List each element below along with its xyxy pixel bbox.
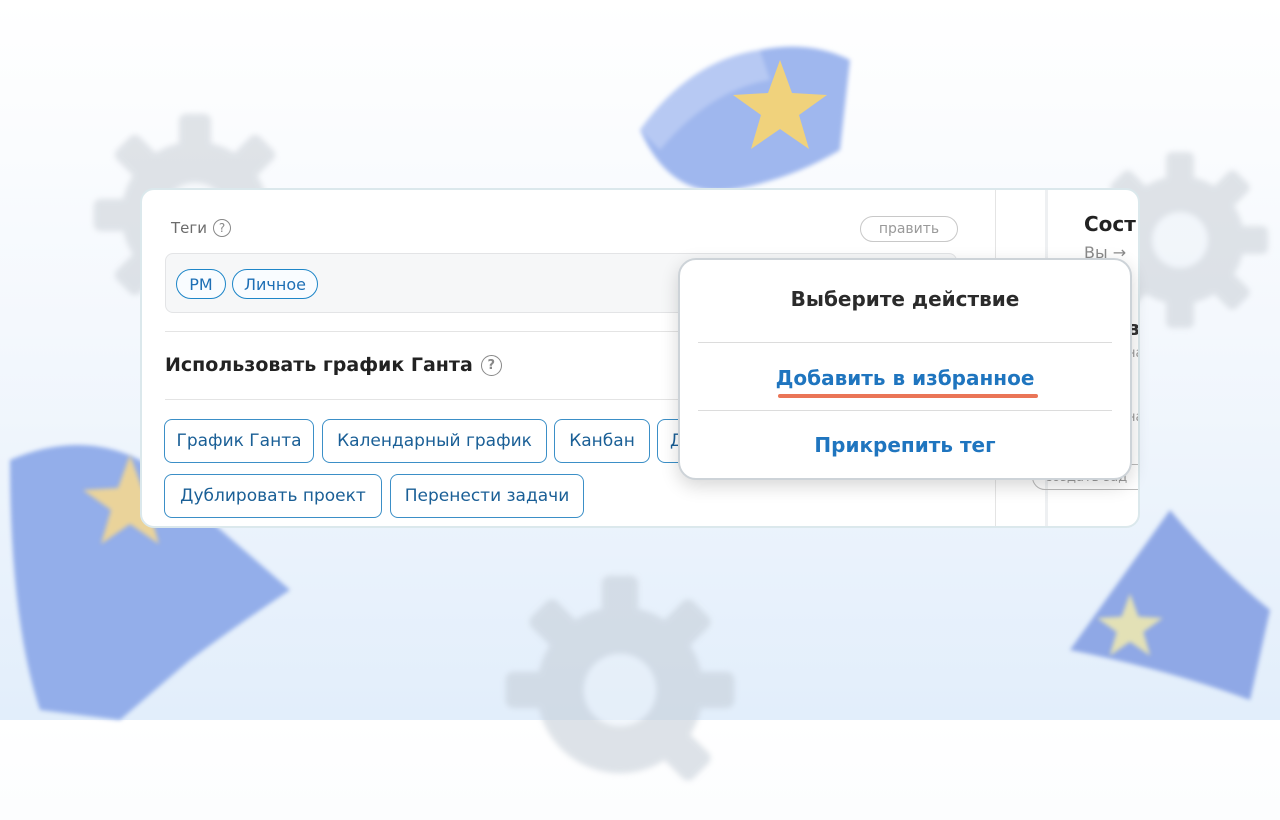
duplicate-project-button[interactable]: Дублировать проект [164,474,382,518]
add-to-favorites-option[interactable]: Добавить в избранное [680,366,1130,390]
help-icon[interactable]: ? [213,219,232,237]
tag-personal[interactable]: Личное [232,269,318,299]
popup-title: Выберите действие [790,287,1020,311]
side-panel-title: Сост [1084,212,1136,236]
tags-label: Теги [171,219,208,237]
move-tasks-button[interactable]: Перенести задачи [390,474,584,518]
help-icon[interactable]: ? [480,354,502,376]
gear-icon [505,575,735,781]
edit-tags-button[interactable]: править [860,216,958,242]
gantt-title-text: Использовать график Ганта [165,354,473,376]
tags-label-row: Теги ? [171,219,232,237]
popup-divider [698,342,1112,343]
star-icon [733,60,827,149]
highlight-underline [778,394,1038,398]
tag-pm[interactable]: PM [176,269,226,299]
popup-divider [698,410,1112,411]
star-icon [1097,593,1163,656]
action-popup: Выберите действие Добавить в избранное П… [678,258,1132,480]
gantt-section-title: Использовать график Ганта ? [165,354,502,376]
attach-tag-option[interactable]: Прикрепить тег [680,433,1130,457]
gantt-chart-button[interactable]: График Ганта [164,419,314,463]
kanban-button[interactable]: Канбан [554,419,650,463]
calendar-chart-button[interactable]: Календарный график [322,419,547,463]
